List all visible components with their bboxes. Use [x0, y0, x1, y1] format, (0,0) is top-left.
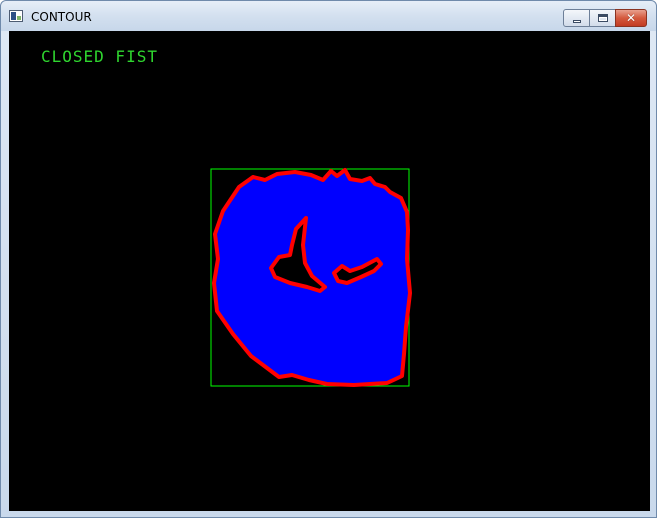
- window-title: CONTOUR: [31, 10, 92, 24]
- maximize-button[interactable]: [589, 9, 616, 27]
- hand-contour-render: [210, 168, 412, 387]
- maximize-icon: [598, 14, 608, 22]
- caption-buttons: ✕: [563, 9, 647, 27]
- contour-canvas: CLOSED FIST: [9, 31, 650, 511]
- app-window-icon[interactable]: [9, 10, 23, 22]
- gesture-label: CLOSED FIST: [41, 47, 158, 66]
- minimize-icon: [573, 20, 581, 23]
- contour-window: CONTOUR ✕ CLOSED FIST: [0, 0, 657, 518]
- close-button[interactable]: ✕: [615, 9, 647, 27]
- minimize-button[interactable]: [563, 9, 590, 27]
- title-bar[interactable]: CONTOUR ✕: [1, 1, 656, 31]
- close-icon: ✕: [625, 11, 637, 25]
